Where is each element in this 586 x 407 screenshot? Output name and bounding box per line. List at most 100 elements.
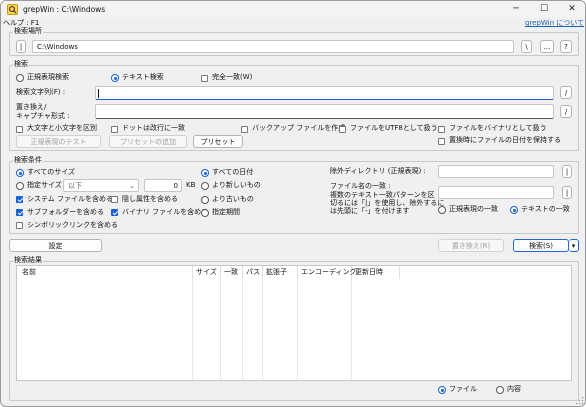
- app-icon: [7, 4, 18, 15]
- replace-button[interactable]: 置き換え(R): [438, 239, 504, 252]
- whole-word-label: 完全一致(W): [212, 73, 253, 81]
- chevron-down-icon: ▾: [571, 242, 576, 250]
- whole-word-checkbox[interactable]: [201, 75, 208, 82]
- include-subfolders-checkbox[interactable]: [16, 209, 23, 216]
- text-search-radio[interactable]: [111, 74, 119, 82]
- column-divider: [262, 279, 263, 380]
- column-header-modified[interactable]: 更新日時: [352, 266, 400, 279]
- text-match-label: テキストの一致: [521, 205, 570, 213]
- search-options-dropdown[interactable]: ▾: [569, 239, 579, 252]
- size-radio[interactable]: [16, 182, 24, 190]
- minimize-icon: ─: [513, 4, 519, 14]
- include-binary-checkbox[interactable]: [111, 209, 118, 216]
- older-label: より古いもの: [212, 195, 254, 203]
- include-hidden-label: 隠し属性を含める: [122, 195, 178, 203]
- dot-newline-checkbox[interactable]: [111, 126, 118, 133]
- search-string-label: 検索文字列(F) :: [16, 88, 66, 96]
- test-regex-button[interactable]: 正規表現のテスト: [16, 135, 101, 148]
- file-match-pipe-button[interactable]: |: [562, 186, 572, 199]
- column-divider: [297, 279, 298, 380]
- column-divider: [351, 279, 352, 380]
- include-hidden-checkbox[interactable]: [111, 196, 118, 203]
- title-bar: grepWin : C:\Windows ─ ☐ ✕: [1, 1, 585, 18]
- exclude-dirs-input[interactable]: [438, 165, 554, 178]
- all-sizes-radio[interactable]: [16, 169, 24, 177]
- column-divider: [242, 279, 243, 380]
- replace-label-2: キャプチャ形式 :: [16, 112, 70, 120]
- replace-input[interactable]: [95, 104, 554, 119]
- text-caret: [98, 89, 99, 98]
- search-regex-helper-button[interactable]: /: [560, 86, 572, 99]
- include-system-checkbox[interactable]: [16, 196, 23, 203]
- exclude-dirs-pipe-button[interactable]: |: [562, 165, 572, 178]
- search-label: 検索: [13, 60, 29, 69]
- regex-search-label: 正規表現検索: [27, 73, 69, 81]
- regex-match-radio[interactable]: [438, 206, 446, 214]
- content-radio[interactable]: [496, 386, 504, 394]
- path-backslash-button[interactable]: \: [521, 40, 532, 53]
- search-string-input[interactable]: [95, 86, 554, 100]
- replace-label-1: 置き換え/: [16, 103, 47, 111]
- date-range-radio[interactable]: [201, 209, 209, 217]
- add-preset-button[interactable]: プリセットの追加: [109, 135, 187, 148]
- content-radio-label: 内容: [507, 385, 521, 393]
- about-link[interactable]: grepWin について: [525, 19, 584, 28]
- utf8-label: ファイルをUTF8として扱う: [350, 124, 438, 132]
- case-sensitive-checkbox[interactable]: [16, 126, 23, 133]
- newer-radio[interactable]: [201, 182, 209, 190]
- include-symlinks-checkbox[interactable]: [16, 222, 23, 229]
- size-label: 指定サイズ: [27, 181, 62, 189]
- treat-binary-checkbox[interactable]: [438, 126, 445, 133]
- file-match-input[interactable]: [438, 186, 554, 199]
- results-header: 名前 サイズ 一致 パス 拡張子 エンコーディング 更新日時: [17, 266, 571, 279]
- column-header-name[interactable]: 名前: [17, 266, 193, 279]
- treat-binary-label: ファイルをバイナリとして扱う: [449, 124, 547, 132]
- search-button[interactable]: 検索(S): [513, 239, 569, 252]
- include-system-label: システム ファイルを含める: [27, 195, 114, 203]
- browse-button[interactable]: ...: [540, 40, 554, 53]
- maximize-icon: ☐: [539, 4, 549, 14]
- include-binary-label: バイナリ ファイルを含める: [122, 208, 209, 216]
- window-title: grepWin : C:\Windows: [23, 5, 106, 14]
- search-path-input[interactable]: C:\Windows: [32, 40, 514, 53]
- size-unit-label: KB: [186, 181, 196, 189]
- newer-label: より新しいもの: [212, 181, 261, 189]
- path-pipe-button[interactable]: |: [16, 40, 26, 53]
- all-dates-label: すべての日付: [212, 168, 254, 176]
- utf8-checkbox[interactable]: [339, 126, 346, 133]
- text-match-radio[interactable]: [510, 206, 518, 214]
- backup-checkbox[interactable]: [241, 126, 248, 133]
- results-list[interactable]: 名前 サイズ 一致 パス 拡張子 エンコーディング 更新日時: [16, 265, 572, 381]
- dot-newline-label: ドットは改行に一致: [122, 124, 185, 132]
- case-sensitive-label: 大文字と小文字を区別: [27, 124, 97, 132]
- all-sizes-label: すべてのサイズ: [27, 168, 76, 176]
- column-header-matches[interactable]: 一致: [221, 266, 243, 279]
- grepwin-window: grepWin : C:\Windows ─ ☐ ✕ ヘルプ : F1 grep…: [0, 0, 586, 407]
- conditions-label: 検索条件: [13, 156, 43, 165]
- file-match-hint-3: は先頭に「-」を付けます: [330, 207, 410, 215]
- maximize-button[interactable]: ☐: [530, 1, 558, 18]
- older-radio[interactable]: [201, 196, 209, 204]
- column-header-size[interactable]: サイズ: [193, 266, 221, 279]
- close-button[interactable]: ✕: [558, 1, 585, 18]
- resize-grip-icon[interactable]: [575, 396, 584, 405]
- regex-search-radio[interactable]: [16, 74, 24, 82]
- column-header-encoding[interactable]: エンコーディング: [298, 266, 357, 279]
- chevron-down-icon: ⌄: [129, 182, 135, 190]
- files-radio[interactable]: [438, 386, 446, 394]
- backup-label: バックアップ ファイルを作成: [252, 124, 346, 132]
- all-dates-radio[interactable]: [201, 169, 209, 177]
- preset-button[interactable]: プリセット: [193, 135, 243, 148]
- help-question-button[interactable]: ?: [560, 40, 572, 53]
- replace-regex-helper-button[interactable]: /: [560, 105, 572, 118]
- files-radio-label: ファイル: [449, 385, 477, 393]
- settings-button[interactable]: 設定: [9, 239, 102, 252]
- results-label: 検索結果: [13, 256, 43, 265]
- size-operator-select[interactable]: 以下 ⌄: [63, 179, 139, 192]
- size-value-input[interactable]: 0: [144, 179, 182, 192]
- date-range-label: 指定期間: [212, 208, 240, 216]
- keep-date-checkbox[interactable]: [438, 138, 445, 145]
- minimize-button[interactable]: ─: [502, 1, 530, 18]
- column-header-path[interactable]: パス: [243, 266, 263, 279]
- column-header-extension[interactable]: 拡張子: [263, 266, 298, 279]
